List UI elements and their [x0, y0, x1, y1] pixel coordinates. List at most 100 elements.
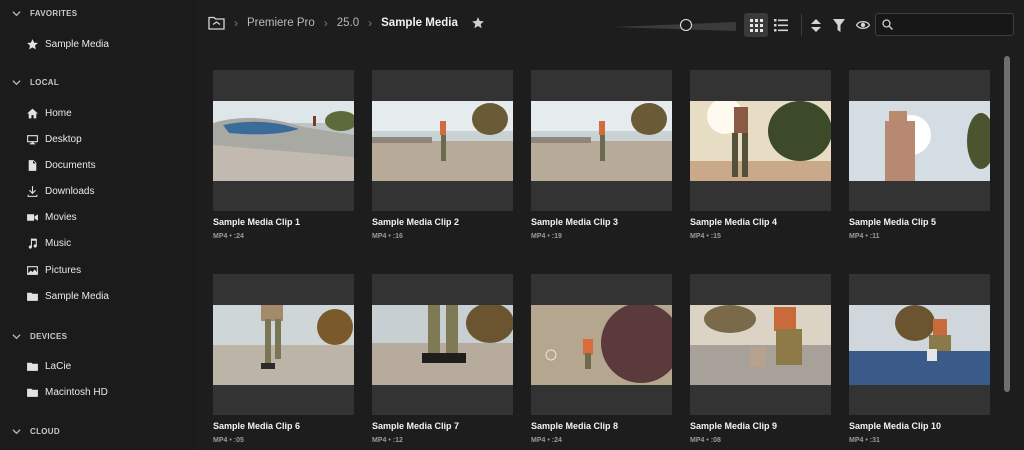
clip-preview-image: [690, 101, 831, 181]
chevron-down-icon: [12, 80, 21, 86]
clip-card[interactable]: Sample Media Clip 1 MP4 • :24: [213, 70, 354, 240]
devices-header[interactable]: DEVICES: [12, 332, 67, 341]
clip-preview-image: [690, 305, 831, 385]
clip-card[interactable]: Sample Media Clip 9 MP4 • :08: [690, 274, 831, 444]
clip-title: Sample Media Clip 9: [690, 421, 778, 431]
sidebar-item-downloads[interactable]: Downloads: [26, 183, 94, 199]
sidebar-item-desktop[interactable]: Desktop: [26, 131, 82, 147]
folder-icon: [27, 388, 38, 397]
clip-meta: MP4 • :24: [531, 437, 562, 444]
clip-card[interactable]: Sample Media Clip 7 MP4 • :12: [372, 274, 513, 444]
clip-meta: MP4 • :19: [531, 233, 562, 240]
clip-thumbnail[interactable]: [690, 274, 831, 415]
scrollbar[interactable]: [1004, 56, 1010, 392]
breadcrumb-current: Sample Media: [381, 17, 458, 29]
sidebar-item-pictures[interactable]: Pictures: [26, 262, 81, 278]
breadcrumb: › Premiere Pro › 25.0 › Sample Media: [208, 16, 485, 30]
clip-meta: MP4 • :12: [372, 437, 403, 444]
sidebar-item-favorite-sample-media[interactable]: Sample Media: [26, 36, 109, 52]
sort-arrows-icon: [811, 18, 821, 32]
breadcrumb-item-premiere-pro[interactable]: Premiere Pro: [247, 17, 315, 29]
clip-title: Sample Media Clip 3: [531, 217, 619, 227]
clip-card[interactable]: Sample Media Clip 5 MP4 • :11: [849, 70, 990, 240]
sidebar-item-home[interactable]: Home: [26, 105, 72, 121]
list-view-button[interactable]: [769, 13, 793, 37]
breadcrumb-item-version[interactable]: 25.0: [337, 17, 359, 29]
local-header[interactable]: LOCAL: [12, 78, 59, 87]
search-box[interactable]: [875, 13, 1014, 36]
sidebar-item-documents[interactable]: Documents: [26, 157, 96, 173]
video-camera-icon: [27, 213, 38, 221]
clip-thumbnail[interactable]: [531, 70, 672, 211]
clip-preview-image: [213, 101, 354, 181]
clip-card[interactable]: Sample Media Clip 4 MP4 • :15: [690, 70, 831, 240]
sidebar-item-lacie[interactable]: LaCie: [26, 358, 71, 374]
star-icon: [27, 38, 38, 49]
grid-icon: [749, 18, 763, 32]
favorites-header[interactable]: FAVORITES: [12, 9, 77, 18]
clip-card[interactable]: Sample Media Clip 2 MP4 • :16: [372, 70, 513, 240]
cloud-header[interactable]: CLOUD: [12, 427, 60, 436]
devices-header-label: DEVICES: [30, 332, 68, 341]
clip-meta: MP4 • :24: [213, 233, 244, 240]
sidebar-item-movies[interactable]: Movies: [26, 209, 77, 225]
clip-thumbnail[interactable]: [213, 70, 354, 211]
favorite-star-icon[interactable]: [471, 16, 485, 30]
slider-handle[interactable]: [680, 19, 692, 31]
clip-thumbnail[interactable]: [849, 274, 990, 415]
eye-icon: [856, 20, 870, 30]
clip-preview-image: [531, 305, 672, 385]
sidebar-item-label: Sample Media: [45, 290, 109, 302]
cloud-header-label: CLOUD: [30, 427, 60, 436]
sidebar-item-sample-media[interactable]: Sample Media: [26, 288, 109, 304]
clip-thumbnail[interactable]: [372, 70, 513, 211]
chevron-down-icon: [12, 429, 21, 435]
home-icon: [27, 108, 38, 118]
grid-view-button[interactable]: [744, 13, 768, 37]
clip-title: Sample Media Clip 10: [849, 421, 942, 431]
monitor-icon: [27, 134, 38, 144]
clip-title: Sample Media Clip 8: [531, 421, 619, 431]
sort-button[interactable]: [804, 13, 828, 37]
sidebar-item-label: LaCie: [45, 360, 72, 372]
local-header-label: LOCAL: [30, 78, 60, 87]
sidebar-item-label: Sample Media: [45, 38, 109, 50]
clip-thumbnail[interactable]: [531, 274, 672, 415]
slider-track: [612, 22, 736, 31]
thumbnail-size-slider[interactable]: [612, 19, 736, 31]
clip-preview-image: [372, 305, 513, 385]
clip-title: Sample Media Clip 2: [372, 217, 460, 227]
filter-icon: [833, 18, 845, 32]
clip-meta: MP4 • :11: [849, 233, 880, 240]
folder-browse-icon[interactable]: [208, 16, 225, 30]
clip-meta: MP4 • :31: [849, 437, 880, 444]
clip-title: Sample Media Clip 7: [372, 421, 460, 431]
folder-icon: [27, 362, 38, 371]
sidebar-item-music[interactable]: Music: [26, 235, 71, 251]
search-input[interactable]: [898, 16, 1012, 35]
sidebar-item-label: Macintosh HD: [45, 386, 108, 398]
clip-title: Sample Media Clip 5: [849, 217, 937, 227]
toolbar-divider: [801, 14, 802, 36]
download-icon: [27, 185, 38, 197]
sidebar-item-label: Pictures: [45, 264, 82, 276]
filter-button[interactable]: [827, 13, 851, 37]
clip-preview-image: [849, 305, 990, 385]
clip-card[interactable]: Sample Media Clip 10 MP4 • :31: [849, 274, 990, 444]
clip-card[interactable]: Sample Media Clip 3 MP4 • :19: [531, 70, 672, 240]
sidebar-item-macintosh-hd[interactable]: Macintosh HD: [26, 384, 108, 400]
search-icon: [882, 19, 893, 30]
clip-thumbnail[interactable]: [213, 274, 354, 415]
clip-meta: MP4 • :16: [372, 233, 403, 240]
clip-thumbnail[interactable]: [372, 274, 513, 415]
clip-thumbnail[interactable]: [849, 70, 990, 211]
visibility-button[interactable]: [851, 13, 875, 37]
clip-card[interactable]: Sample Media Clip 6 MP4 • :05: [213, 274, 354, 444]
toolbar: › Premiere Pro › 25.0 › Sample Media: [196, 0, 1024, 50]
clip-card[interactable]: Sample Media Clip 8 MP4 • :24: [531, 274, 672, 444]
clip-preview-image: [372, 101, 513, 181]
breadcrumb-separator-icon: ›: [368, 16, 373, 30]
breadcrumb-separator-icon: ›: [323, 16, 328, 30]
breadcrumb-separator-icon: ›: [234, 16, 238, 30]
clip-thumbnail[interactable]: [690, 70, 831, 211]
